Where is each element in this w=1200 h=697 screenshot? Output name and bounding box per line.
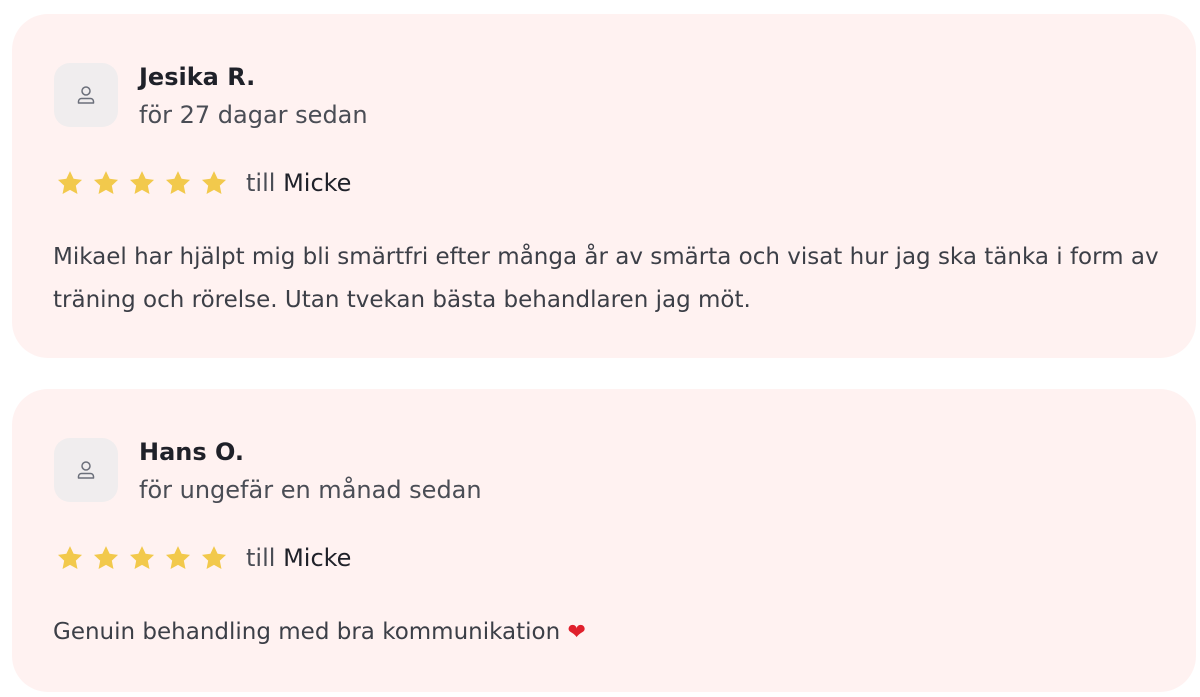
target-prefix: till xyxy=(246,544,276,572)
star-rating xyxy=(56,544,236,572)
review-timestamp: för 27 dagar sedan xyxy=(139,101,368,129)
review-text: Genuin behandling med bra kommunikation … xyxy=(53,611,1163,654)
rating-target: till Micke xyxy=(246,169,351,197)
user-icon xyxy=(77,86,95,104)
star-icon xyxy=(56,169,84,197)
practitioner-name: Micke xyxy=(283,169,352,197)
star-icon xyxy=(200,169,228,197)
avatar xyxy=(54,438,118,502)
star-rating xyxy=(56,169,236,197)
star-icon xyxy=(92,169,120,197)
star-icon xyxy=(164,544,192,572)
target-prefix: till xyxy=(246,169,276,197)
heart-icon: ❤ xyxy=(567,620,586,645)
star-icon xyxy=(164,169,192,197)
star-icon xyxy=(128,544,156,572)
rating-target: till Micke xyxy=(246,544,351,572)
rating-row: till Micke xyxy=(56,542,351,574)
star-icon xyxy=(56,544,84,572)
reviewer-name: Hans O. xyxy=(139,438,244,466)
star-icon xyxy=(92,544,120,572)
review-timestamp: för ungefär en månad sedan xyxy=(139,476,482,504)
practitioner-name: Micke xyxy=(283,544,352,572)
star-icon xyxy=(128,169,156,197)
review-card: Hans O. för ungefär en månad sedan till … xyxy=(12,389,1196,692)
review-body: Mikael har hjälpt mig bli smärtfri efter… xyxy=(53,244,1159,313)
rating-row: till Micke xyxy=(56,167,351,199)
reviewer-name: Jesika R. xyxy=(139,63,256,91)
review-body: Genuin behandling med bra kommunikation xyxy=(53,619,561,645)
avatar xyxy=(54,63,118,127)
user-icon xyxy=(77,461,95,479)
star-icon xyxy=(200,544,228,572)
review-card: Jesika R. för 27 dagar sedan till Micke … xyxy=(12,14,1196,358)
review-text: Mikael har hjälpt mig bli smärtfri efter… xyxy=(53,236,1163,322)
